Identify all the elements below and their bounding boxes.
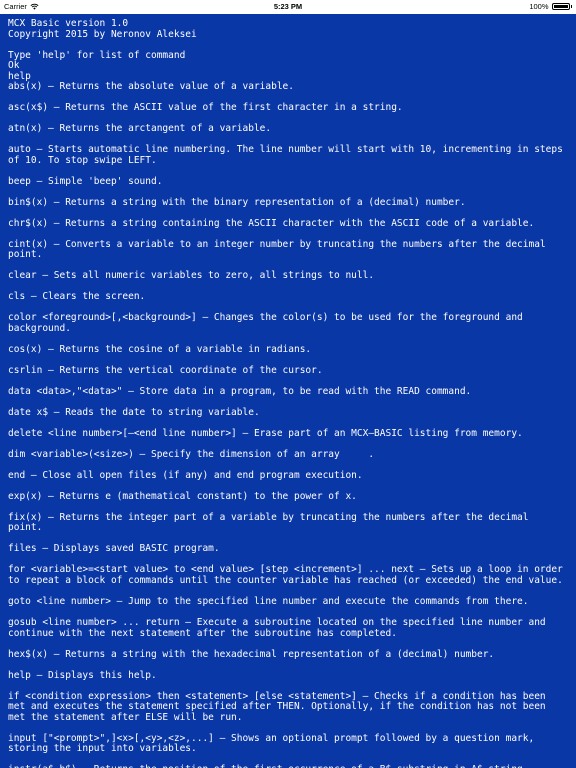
help-entry: exp(x) – Returns e (mathematical constan… — [8, 490, 357, 502]
help-entry: gosub <line number> ... return – Execute… — [8, 616, 552, 639]
help-entry: bin$(x) – Returns a string with the bina… — [8, 196, 466, 208]
status-bar: Carrier 5:23 PM 100% — [0, 0, 576, 14]
help-entry: hex$(x) – Returns a string with the hexa… — [8, 648, 495, 660]
help-entry: for <variable>=<start value> to <end val… — [8, 564, 569, 586]
help-entry: if <condition expression> then <statemen… — [8, 690, 552, 723]
help-entry: atn(x) – Returns the arctangent of a var… — [8, 123, 272, 135]
help-entry: help – Displays this help. — [8, 669, 157, 681]
help-entry: end – Close all open files (if any) and … — [8, 469, 363, 481]
basic-terminal[interactable]: MCX Basic version 1.0 Copyright 2015 by … — [0, 14, 576, 768]
header-line: MCX Basic version 1.0 — [8, 18, 129, 29]
ok-line: Ok — [8, 60, 20, 72]
help-entry: fix(x) – Returns the integer part of a v… — [8, 511, 535, 534]
help-entry: csrlin – Returns the vertical coordinate… — [8, 364, 323, 376]
prompt-hint: Type 'help' for list of command — [8, 49, 186, 61]
help-entry: input ["<prompt>",]<x>[,<y>,<z>,...] – S… — [8, 732, 540, 755]
help-entry: clear – Sets all numeric variables to ze… — [8, 270, 375, 282]
help-entry: data <data>,"<data>" – Store data in a p… — [8, 385, 472, 397]
status-time: 5:23 PM — [273, 2, 303, 11]
help-entry: cos(x) – Returns the cosine of a variabl… — [8, 343, 312, 355]
help-entry: cint(x) – Converts a variable to an inte… — [8, 238, 552, 261]
help-entry: auto – Starts automatic line numbering. … — [8, 144, 569, 166]
help-entries: abs(x) – Returns the absolute value of a… — [8, 82, 568, 768]
battery-level — [553, 5, 568, 8]
help-entry: goto <line number> – Jump to the specifi… — [8, 595, 529, 607]
battery-tip — [570, 5, 572, 8]
header-line: Copyright 2015 by Neronov Aleksei — [8, 28, 197, 40]
battery-icon — [551, 3, 570, 10]
help-entry: delete <line number>[–<end line number>]… — [8, 427, 523, 439]
help-entry: beep – Simple 'beep' sound. — [8, 175, 163, 187]
help-entry: asc(x$) – Returns the ASCII value of the… — [8, 102, 403, 114]
help-entry: files – Displays saved BASIC program. — [8, 543, 220, 555]
help-entry: chr$(x) – Returns a string containing th… — [8, 217, 535, 229]
help-entry: date x$ – Reads the date to string varia… — [8, 406, 260, 418]
help-entry: cls – Clears the screen. — [8, 291, 146, 303]
help-entry: abs(x) – Returns the absolute value of a… — [8, 81, 294, 93]
battery-percent: 100% — [529, 2, 549, 11]
status-right: 100% — [529, 2, 572, 11]
help-entry: color <foreground>[,<background>] – Chan… — [8, 312, 529, 334]
help-entry: dim <variable>(<size>) – Specify the dim… — [8, 448, 375, 460]
